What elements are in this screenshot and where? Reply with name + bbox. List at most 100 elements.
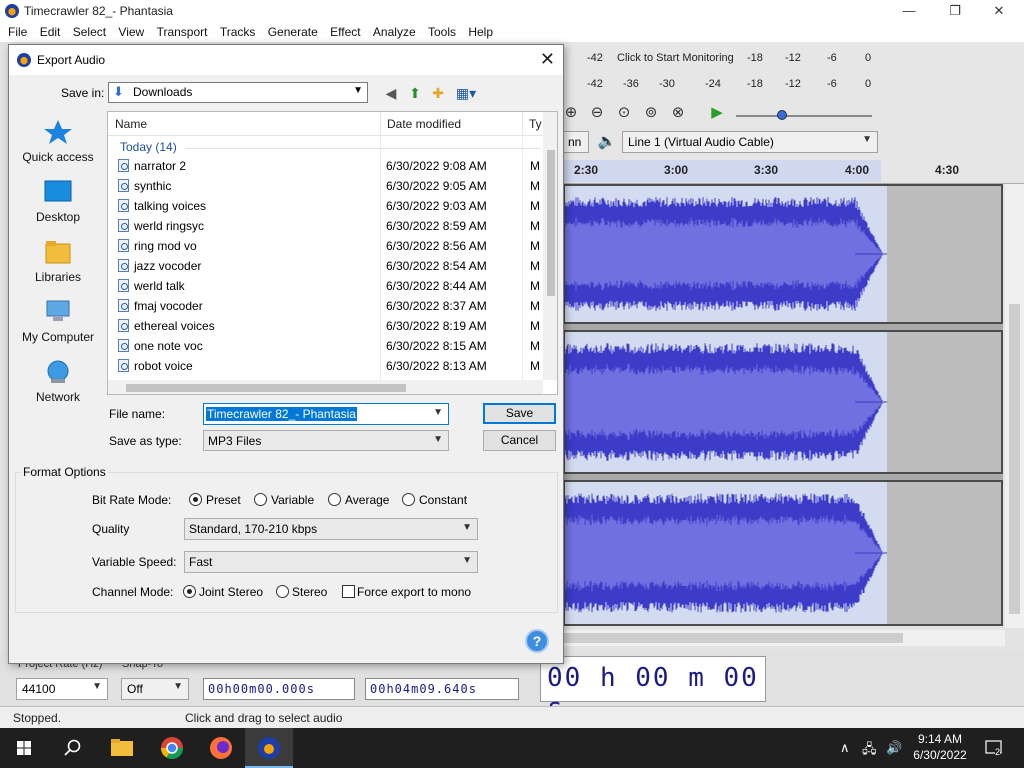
chrome-button[interactable]: [148, 728, 196, 768]
network-icon[interactable]: 🖧: [862, 740, 877, 762]
scrollbar-thumb[interactable]: [126, 384, 406, 392]
menu-analyze[interactable]: Analyze: [373, 22, 416, 39]
place-libraries[interactable]: Libraries: [15, 231, 101, 291]
scrollbar-thumb[interactable]: [1009, 304, 1020, 614]
zoom-toggle-icon[interactable]: ⊗: [668, 103, 688, 123]
cancel-button[interactable]: Cancel: [483, 430, 556, 451]
monitor-prompt[interactable]: Click to Start Monitoring: [617, 52, 734, 64]
scrollbar-thumb[interactable]: [563, 633, 903, 643]
file-row[interactable]: fmaj vocoder 6/30/2022 8:37 AM M: [108, 296, 543, 316]
place-desktop[interactable]: Desktop: [15, 171, 101, 231]
channels-select[interactable]: nn: [563, 131, 589, 153]
start-button[interactable]: [0, 728, 48, 768]
save-in-select[interactable]: ⬇ Downloads ▼: [108, 82, 368, 103]
file-row[interactable]: werld talk 6/30/2022 8:44 AM M: [108, 276, 543, 296]
chevron-up-icon[interactable]: ∧: [840, 740, 850, 756]
file-row[interactable]: jazz vocoder 6/30/2022 8:54 AM M: [108, 256, 543, 276]
file-name-input[interactable]: Timecrawler 82_- Phantasia ▼: [203, 403, 449, 425]
audio-position-display[interactable]: 00 h 00 m 00 s: [540, 656, 766, 723]
save-button[interactable]: Save: [483, 403, 556, 424]
volume-icon[interactable]: 🔊: [886, 740, 902, 756]
audio-track[interactable]: [563, 184, 1003, 324]
file-row[interactable]: ethereal voices 6/30/2022 8:19 AM M: [108, 316, 543, 336]
selection-start-time[interactable]: 00h00m00.000s: [203, 678, 355, 700]
selection-end-time[interactable]: 00h04m09.640s: [365, 678, 519, 700]
snap-to-select[interactable]: Off ▼: [121, 678, 189, 700]
force-mono-label[interactable]: Force export to mono: [357, 585, 471, 599]
help-button[interactable]: ?: [525, 629, 549, 653]
audio-track[interactable]: [563, 330, 1003, 474]
maximize-button[interactable]: ❐: [932, 2, 978, 20]
audacity-taskbar-button[interactable]: [245, 728, 293, 768]
menu-transport[interactable]: Transport: [157, 22, 208, 39]
column-divider[interactable]: [380, 112, 381, 136]
radio-constant-label[interactable]: Constant: [419, 493, 467, 507]
dialog-close-icon[interactable]: ✕: [540, 49, 555, 70]
back-icon[interactable]: ◀: [381, 83, 401, 103]
variable-speed-select[interactable]: Fast ▼: [184, 551, 478, 573]
project-rate-select[interactable]: 44100 ▼: [16, 678, 108, 700]
minimize-button[interactable]: —: [886, 2, 932, 20]
taskbar-clock[interactable]: 9:14 AM 6/30/2022: [905, 731, 975, 763]
radio-preset[interactable]: [189, 493, 202, 506]
file-row[interactable]: robot voice 6/30/2022 8:13 AM M: [108, 356, 543, 376]
place-my-computer[interactable]: My Computer: [15, 291, 101, 351]
menu-view[interactable]: View: [118, 22, 144, 39]
file-list[interactable]: Name Date modified Ty Today (14) narrato…: [107, 111, 558, 395]
play-at-speed-icon[interactable]: ▶: [707, 103, 727, 123]
radio-preset-label[interactable]: Preset: [206, 493, 241, 507]
column-name[interactable]: Name: [115, 117, 147, 131]
menu-select[interactable]: Select: [73, 22, 106, 39]
file-row[interactable]: synthic 6/30/2022 9:05 AM M: [108, 176, 543, 196]
quality-select[interactable]: Standard, 170-210 kbps ▼: [184, 518, 478, 540]
file-row[interactable]: one note voc 6/30/2022 8:15 AM M: [108, 336, 543, 356]
scrollbar-thumb[interactable]: [547, 150, 555, 296]
fit-project-icon[interactable]: ⊚: [641, 103, 661, 123]
search-button[interactable]: [48, 728, 96, 768]
column-date-modified[interactable]: Date modified: [387, 117, 461, 131]
file-row[interactable]: talking voices 6/30/2022 9:03 AM M: [108, 196, 543, 216]
play-speed-slider-track[interactable]: [736, 115, 872, 117]
zoom-out-icon[interactable]: ⊖: [587, 103, 607, 123]
notification-center-button[interactable]: 2: [984, 738, 1004, 758]
view-menu-icon[interactable]: ▦▾: [453, 83, 479, 103]
force-mono-checkbox[interactable]: [342, 585, 355, 598]
radio-stereo[interactable]: [276, 585, 289, 598]
column-divider[interactable]: [522, 112, 523, 136]
menu-help[interactable]: Help: [468, 22, 493, 39]
radio-variable-label[interactable]: Variable: [271, 493, 314, 507]
play-speed-slider-thumb[interactable]: [777, 110, 787, 120]
playback-meter[interactable]: -42 -36 -30 -24 -18 -12 -6 0: [563, 74, 1024, 96]
file-list-horizontal-scrollbar[interactable]: [108, 380, 543, 394]
menu-effect[interactable]: Effect: [330, 22, 360, 39]
radio-variable[interactable]: [254, 493, 267, 506]
tracks-horizontal-scrollbar[interactable]: [563, 630, 1005, 646]
menu-tools[interactable]: Tools: [428, 22, 456, 39]
menu-generate[interactable]: Generate: [268, 22, 318, 39]
radio-average-label[interactable]: Average: [345, 493, 389, 507]
zoom-in-icon[interactable]: ⊕: [561, 103, 581, 123]
output-device-select[interactable]: Line 1 (Virtual Audio Cable) ▼: [622, 131, 878, 153]
close-window-button[interactable]: ✕: [976, 2, 1022, 20]
menu-file[interactable]: File: [8, 22, 27, 39]
record-meter[interactable]: -42 Click to Start Monitoring -18 -12 -6…: [563, 48, 1024, 70]
fit-selection-icon[interactable]: ⊙: [614, 103, 634, 123]
file-explorer-button[interactable]: [98, 728, 146, 768]
column-type[interactable]: Ty: [529, 117, 542, 131]
file-row[interactable]: ring mod vo 6/30/2022 8:56 AM M: [108, 236, 543, 256]
new-folder-icon[interactable]: ✚: [428, 83, 448, 103]
file-row[interactable]: narrator 2 6/30/2022 9:08 AM M: [108, 156, 543, 176]
menu-edit[interactable]: Edit: [40, 22, 61, 39]
save-as-type-select[interactable]: MP3 Files ▼: [203, 430, 449, 451]
menu-tracks[interactable]: Tracks: [220, 22, 256, 39]
chevron-down-icon[interactable]: ▼: [433, 407, 443, 418]
audio-track[interactable]: [563, 480, 1003, 626]
file-row[interactable]: werld ringsyc 6/30/2022 8:59 AM M: [108, 216, 543, 236]
timeline-ruler[interactable]: 2:30 3:00 3:30 4:00 4:30: [563, 160, 1024, 184]
radio-stereo-label[interactable]: Stereo: [292, 585, 327, 599]
radio-joint-stereo-label[interactable]: Joint Stereo: [199, 585, 263, 599]
place-quick-access[interactable]: Quick access: [15, 111, 101, 171]
radio-average[interactable]: [328, 493, 341, 506]
group-header-today[interactable]: Today (14): [120, 140, 177, 154]
place-network[interactable]: Network: [15, 351, 101, 411]
